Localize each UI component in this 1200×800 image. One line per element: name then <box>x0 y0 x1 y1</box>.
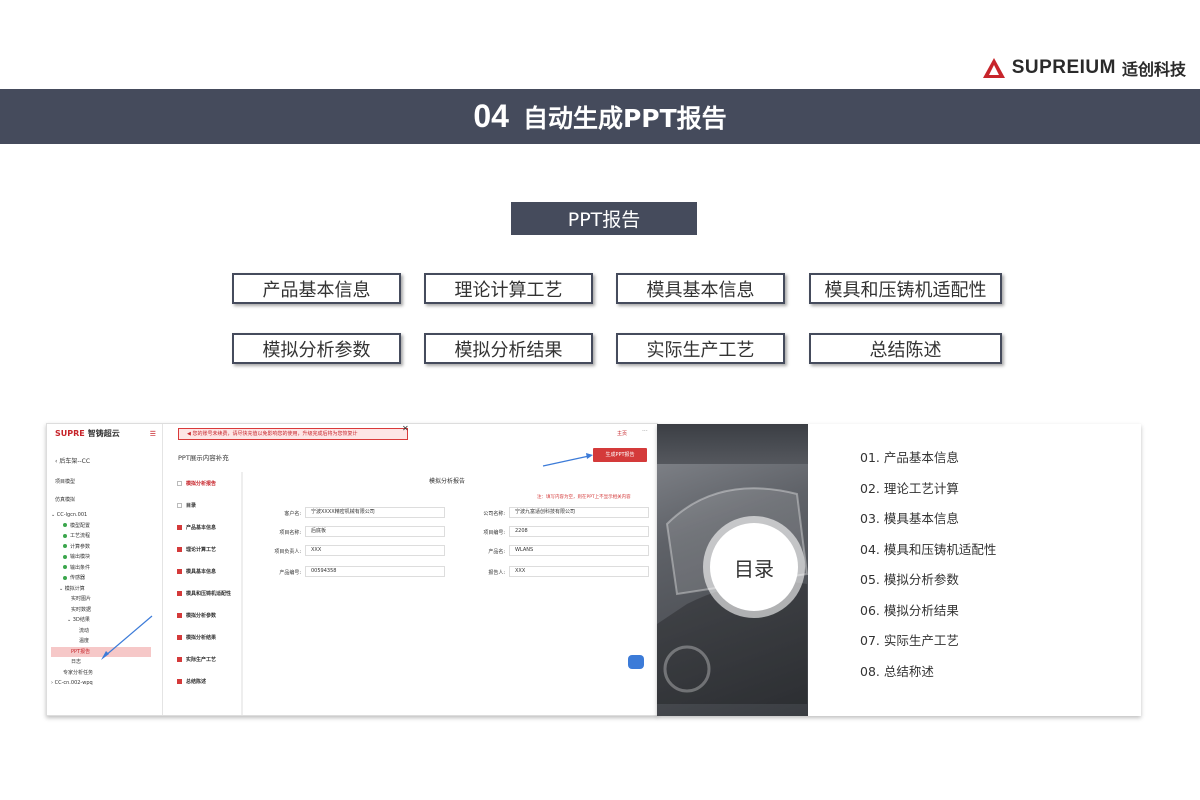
nav-item[interactable]: 理论计算工艺 <box>177 546 216 553</box>
notice-banner: ◀ 您的账号未续费，请尽快充值以免影响您的使用，升级完成后将为您恢复计 <box>178 428 408 440</box>
menu-icon[interactable]: ☰ <box>150 430 156 438</box>
field-label: 项目负责人: <box>274 549 301 555</box>
nav-item[interactable]: 模拟分析参数 <box>177 612 216 619</box>
toc-item: 03. 模具基本信息 <box>860 511 959 526</box>
tree-item[interactable]: › CC-cn.002-wpq <box>51 678 151 689</box>
tree-item[interactable]: ⌄ 模拟计算 <box>51 584 151 595</box>
tree-item[interactable]: 实时图片 <box>51 594 151 605</box>
field-label: 公司名称: <box>483 511 505 517</box>
section-chip: 模拟分析参数 <box>232 333 401 364</box>
tree-item[interactable]: 工艺流程 <box>51 531 151 542</box>
field-input[interactable]: 宁波九富适创科技有限公司 <box>509 507 649 518</box>
pointer-arrow-icon <box>542 453 593 467</box>
form-note: 注：填写内容为空，则在PPT上不显示相关内容 <box>537 495 631 500</box>
tree-item[interactable]: 计算参数 <box>51 542 151 553</box>
section-chip: 理论计算工艺 <box>424 273 593 304</box>
nav-item[interactable]: 模具基本信息 <box>177 568 216 575</box>
field-input[interactable]: 00594358 <box>305 566 445 577</box>
section-chip: 模具基本信息 <box>616 273 785 304</box>
chat-icon[interactable] <box>628 655 644 669</box>
tree-item[interactable]: 模型配置 <box>51 521 151 532</box>
company-logo: SUPREIUM 适创科技 <box>982 56 1186 80</box>
toc-item: 01. 产品基本信息 <box>860 450 959 465</box>
toc-title: 目录 <box>710 523 798 611</box>
section-chip: 总结陈述 <box>809 333 1002 364</box>
section-chip: 实际生产工艺 <box>616 333 785 364</box>
field-label: 项目编号: <box>483 530 505 536</box>
app-sidebar: SUPRE 智铸超云 ☰ ‹ 后车架--CC 项目模型 仿真模拟 ⌄ CC-lgc… <box>47 424 163 715</box>
tree-item[interactable]: ⌄ CC-lgcn.001 <box>51 510 151 521</box>
toc-item: 06. 模拟分析结果 <box>860 602 959 618</box>
nav-item[interactable]: 实际生产工艺 <box>177 656 216 663</box>
title-band: 04 自动生成PPT报告 <box>0 89 1200 144</box>
nav-item[interactable]: 目录 <box>177 502 196 509</box>
field-input[interactable]: 2208 <box>509 526 649 537</box>
back-link[interactable]: ‹ 后车架--CC <box>55 456 90 465</box>
generate-ppt-button[interactable]: 生成PPT报告 <box>593 448 647 462</box>
more-icon[interactable]: ··· <box>642 428 648 435</box>
logo-mark-icon <box>982 58 1005 78</box>
field-input[interactable]: 宁波XXXX精密机械有限公司 <box>305 507 445 518</box>
field-label: 产品名: <box>488 549 505 555</box>
field-label: 客户名: <box>284 511 301 517</box>
toc-item: 07. 实际生产工艺 <box>860 633 959 648</box>
tree-item[interactable]: 传感器 <box>51 573 151 584</box>
close-icon[interactable]: ✕ <box>402 424 409 433</box>
panel-title: PPT展示内容补充 <box>178 454 229 462</box>
field-input[interactable]: 后底板 <box>305 526 445 537</box>
brand-name: SUPREIUM <box>1011 57 1116 78</box>
field-label: 项目名称: <box>279 530 301 536</box>
section-chip: 模拟分析结果 <box>424 333 593 364</box>
toc-slide-preview: 目录 01. 产品基本信息 02. 理论工艺计算 03. 模具基本信息 04. … <box>657 424 1141 716</box>
toc-item: 05. 模拟分析参数 <box>860 572 959 587</box>
report-sections-nav: 模拟分析报告 目录 产品基本信息 理论计算工艺 模具基本信息 模具和压铸机适配性… <box>171 472 243 715</box>
tree-item[interactable]: 输出条件 <box>51 563 151 574</box>
nav-item-report[interactable]: 模拟分析报告 <box>177 480 216 487</box>
tree-item[interactable]: 专家分析任务 <box>51 668 151 679</box>
ppt-report-label: PPT报告 <box>511 202 697 235</box>
field-input[interactable]: XXX <box>305 545 445 556</box>
field-input[interactable]: WLANS <box>509 545 649 556</box>
app-logo: SUPRE 智铸超云 <box>55 429 120 438</box>
toc-item: 08. 总结称述 <box>860 663 934 679</box>
toc-item: 02. 理论工艺计算 <box>860 480 959 496</box>
tab-home[interactable]: 主页 <box>617 430 627 437</box>
form-title: 模拟分析报告 <box>429 478 466 485</box>
nav-item[interactable]: 产品基本信息 <box>177 524 216 531</box>
page-title: 自动生成PPT报告 <box>522 103 727 133</box>
tree-item[interactable]: 输出模块 <box>51 552 151 563</box>
section-number: 04 <box>473 98 509 134</box>
app-screenshot: SUPRE 智铸超云 ☰ ‹ 后车架--CC 项目模型 仿真模拟 ⌄ CC-lgc… <box>46 423 658 716</box>
toc-item: 04. 模具和压铸机适配性 <box>860 541 997 557</box>
section-chip: 模具和压铸机适配性 <box>809 273 1002 304</box>
brand-name-cn: 适创科技 <box>1121 60 1186 79</box>
toc-list: 01. 产品基本信息 02. 理论工艺计算 03. 模具基本信息 04. 模具和… <box>860 447 996 691</box>
field-label: 报告人: <box>488 570 505 576</box>
nav-item[interactable]: 总结陈述 <box>177 678 206 685</box>
field-label: 产品编号: <box>279 570 301 576</box>
section-chip: 产品基本信息 <box>232 273 401 304</box>
project-model-item[interactable]: 项目模型 <box>55 478 75 485</box>
sim-model-item[interactable]: 仿真模拟 <box>55 496 75 503</box>
nav-item[interactable]: 模拟分析结果 <box>177 634 216 641</box>
field-input[interactable]: XXX <box>509 566 649 577</box>
nav-item[interactable]: 模具和压铸机适配性 <box>177 590 231 597</box>
pointer-arrow-icon <box>101 615 153 660</box>
